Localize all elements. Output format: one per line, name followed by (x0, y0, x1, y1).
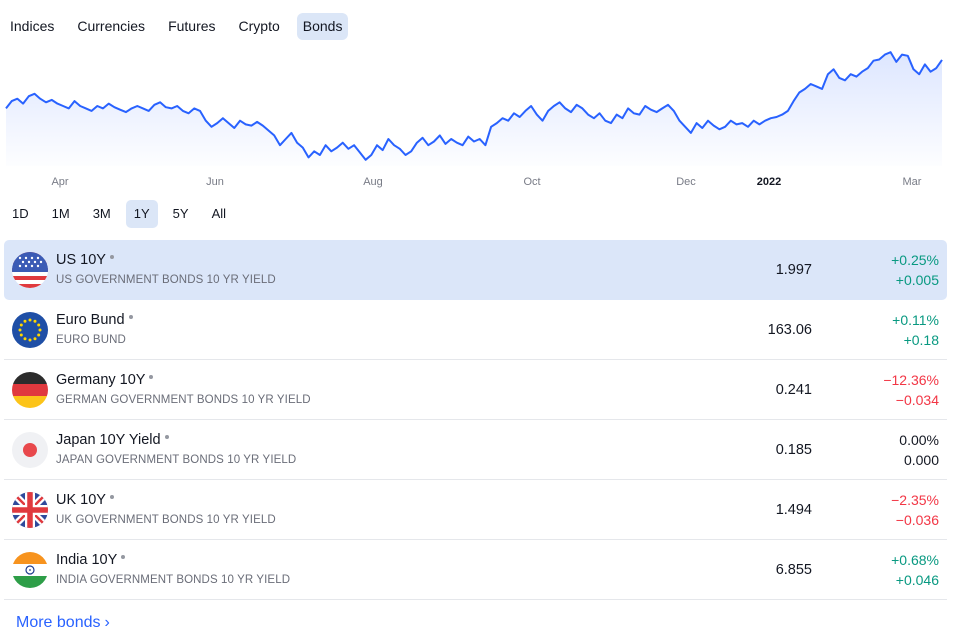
x-tick-label: Dec (676, 176, 696, 188)
range-all[interactable]: All (204, 200, 234, 228)
bond-description: GERMAN GOVERNMENT BONDS 10 YR YIELD (56, 394, 311, 406)
bond-row-germany-10y[interactable]: Germany 10Y GERMAN GOVERNMENT BONDS 10 Y… (4, 360, 947, 420)
range-1d[interactable]: 1D (4, 200, 37, 228)
bond-value: 0.185 (775, 442, 812, 458)
x-tick-label: Oct (523, 176, 540, 188)
bond-change-absolute: +0.18 (903, 332, 939, 348)
bond-row-japan-10y[interactable]: Japan 10Y Yield JAPAN GOVERNMENT BONDS 1… (4, 420, 947, 480)
bond-change-absolute: +0.005 (895, 272, 939, 288)
india-flag-icon (12, 552, 48, 588)
yield-chart[interactable]: Apr Jun Aug Oct Dec 2022 Mar (0, 44, 955, 194)
bond-description: US GOVERNMENT BONDS 10 YR YIELD (56, 274, 276, 286)
range-5y[interactable]: 5Y (165, 200, 197, 228)
bond-change-absolute: −0.034 (895, 392, 939, 408)
bond-value: 1.494 (775, 502, 812, 518)
bond-change-absolute: 0.000 (903, 452, 939, 468)
tab-crypto[interactable]: Crypto (233, 13, 286, 40)
bond-row-us-10y[interactable]: US 10Y US GOVERNMENT BONDS 10 YR YIELD 1… (4, 240, 947, 300)
japan-flag-icon (12, 432, 48, 468)
bond-name: Euro Bund (56, 311, 133, 329)
bond-name: Japan 10Y Yield (56, 431, 169, 449)
bond-list: US 10Y US GOVERNMENT BONDS 10 YR YIELD 1… (4, 240, 947, 600)
bond-description: UK GOVERNMENT BONDS 10 YR YIELD (56, 514, 276, 526)
bond-change-absolute: −0.036 (895, 512, 939, 528)
us-flag-icon (12, 252, 48, 288)
bond-value: 6.855 (775, 562, 812, 578)
range-selector: 1D 1M 3M 1Y 5Y All (4, 200, 241, 228)
x-tick-label: Jun (206, 176, 224, 188)
market-tabs: Indices Currencies Futures Crypto Bonds (0, 12, 359, 40)
bond-description: EURO BUND (56, 334, 126, 346)
tab-currencies[interactable]: Currencies (71, 13, 151, 40)
bond-change-percent: −2.35% (891, 492, 939, 508)
range-3m[interactable]: 3M (85, 200, 119, 228)
bond-change-percent: +0.11% (892, 312, 939, 328)
chevron-right-icon: › (104, 614, 110, 631)
bond-row-uk-10y[interactable]: UK 10Y UK GOVERNMENT BONDS 10 YR YIELD 1… (4, 480, 947, 540)
bond-name: India 10Y (56, 551, 126, 569)
bond-description: INDIA GOVERNMENT BONDS 10 YR YIELD (56, 574, 291, 586)
bond-change-percent: 0.00% (899, 432, 939, 448)
uk-flag-icon (12, 492, 48, 528)
bond-row-euro-bund[interactable]: Euro Bund EURO BUND 163.06 +0.11% +0.18 (4, 300, 947, 360)
tab-indices[interactable]: Indices (4, 13, 60, 40)
eu-flag-icon (12, 312, 48, 348)
bond-name: UK 10Y (56, 491, 114, 509)
chart-svg: Apr Jun Aug Oct Dec 2022 Mar (5, 51, 943, 188)
bond-change-absolute: +0.046 (895, 572, 939, 588)
x-tick-label: Apr (51, 176, 68, 188)
bond-row-india-10y[interactable]: India 10Y INDIA GOVERNMENT BONDS 10 YR Y… (4, 540, 947, 600)
x-tick-label: 2022 (757, 176, 781, 188)
more-bonds-label: More bonds (16, 614, 101, 631)
status-dot (109, 495, 114, 500)
bond-change-percent: +0.25% (891, 252, 939, 268)
more-bonds-link[interactable]: More bonds › (16, 613, 110, 633)
bond-value: 163.06 (767, 322, 812, 338)
status-dot (121, 555, 126, 560)
tab-bonds[interactable]: Bonds (296, 12, 349, 40)
tab-futures[interactable]: Futures (162, 13, 221, 40)
status-dot (128, 315, 133, 320)
status-dot (149, 375, 154, 380)
bond-description: JAPAN GOVERNMENT BONDS 10 YR YIELD (56, 454, 297, 466)
bond-value: 1.997 (775, 262, 812, 278)
bond-name: US 10Y (56, 251, 114, 269)
x-tick-label: Mar (903, 176, 922, 188)
status-dot (109, 255, 114, 260)
status-dot (164, 435, 169, 440)
range-1m[interactable]: 1M (44, 200, 78, 228)
bond-name: Germany 10Y (56, 371, 154, 389)
bond-change-percent: +0.68% (891, 552, 939, 568)
x-tick-label: Aug (363, 176, 383, 188)
bond-change-percent: −12.36% (883, 372, 939, 388)
germany-flag-icon (12, 372, 48, 408)
range-1y[interactable]: 1Y (125, 200, 158, 228)
bond-value: 0.241 (775, 382, 812, 398)
